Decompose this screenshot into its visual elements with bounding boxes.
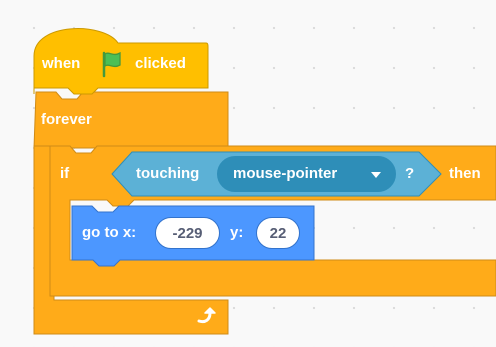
forever-label: forever xyxy=(41,111,92,128)
touching-object-dropdown[interactable]: mouse-pointer xyxy=(217,156,396,192)
y-value-input[interactable]: 22 xyxy=(256,217,300,249)
loop-arrow-icon xyxy=(197,307,216,324)
if-label: if xyxy=(60,165,70,182)
touching-label: touching xyxy=(136,165,200,182)
dropdown-value: mouse-pointer xyxy=(233,165,338,182)
y-label: y: xyxy=(230,224,244,241)
question-label: ? xyxy=(405,165,415,182)
green-flag-icon xyxy=(102,51,121,78)
code-area[interactable]: when clicked forever if then touching mo… xyxy=(0,0,496,347)
clicked-label: clicked xyxy=(135,55,186,72)
x-value-input[interactable]: -229 xyxy=(155,217,220,249)
go-to-x-label: go to x: xyxy=(82,224,137,241)
when-label: when xyxy=(42,55,81,72)
then-label: then xyxy=(449,165,481,182)
chevron-down-icon xyxy=(371,172,381,178)
